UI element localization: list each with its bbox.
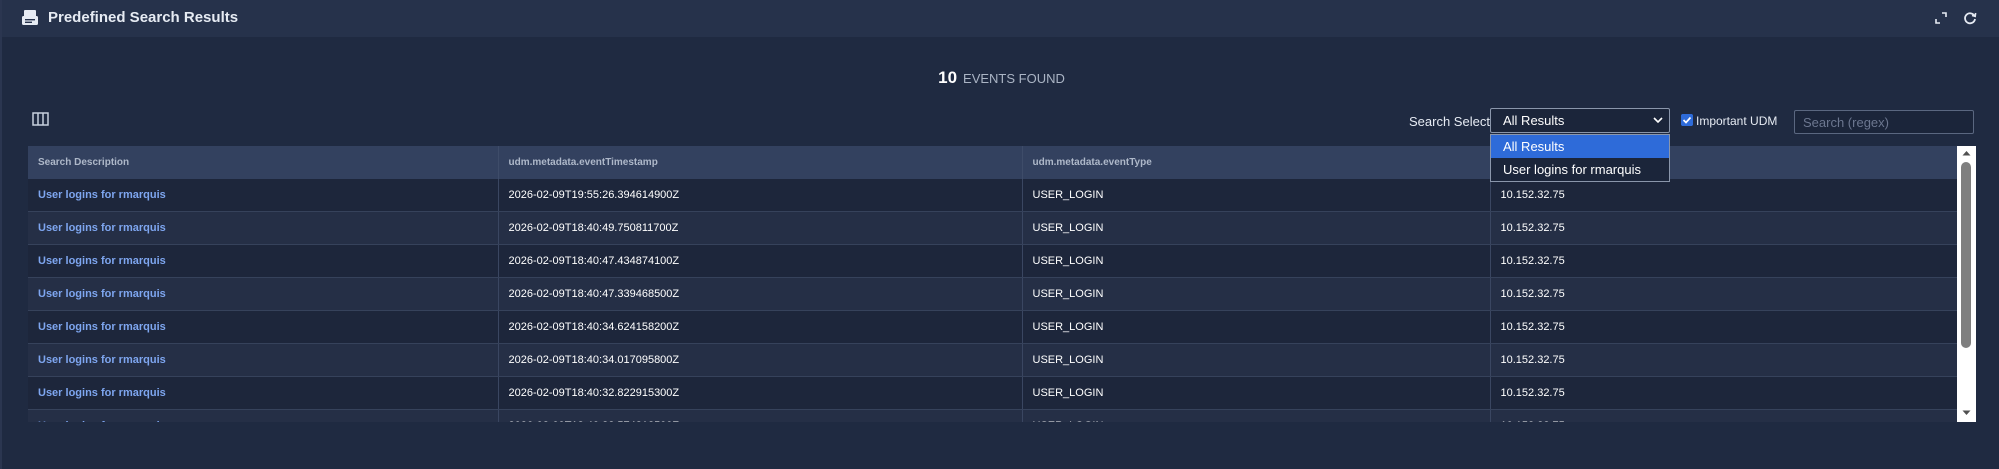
search-description-link[interactable]: User logins for rmarquis xyxy=(28,343,499,377)
chevron-down-icon xyxy=(1653,117,1663,124)
results-table: Search Description udm.metadata.eventTim… xyxy=(28,146,1958,422)
event-timestamp-cell: 2026-02-09T18:40:47.434874100Z xyxy=(498,244,1023,278)
ip-cell: 10.152.32.75 xyxy=(1490,343,1958,377)
table-row[interactable]: User logins for rmarquis 2026-02-09T18:4… xyxy=(28,310,1958,344)
events-found-summary: 10 EVENTS FOUND xyxy=(2,68,1999,88)
important-udm-checkbox[interactable] xyxy=(1681,114,1693,126)
table-row[interactable]: User logins for rmarquis 2026-02-09T18:4… xyxy=(28,277,1958,311)
column-header-search-description[interactable]: Search Description xyxy=(28,146,499,179)
report-icon xyxy=(22,10,38,25)
search-description-link[interactable]: User logins for rmarquis xyxy=(28,409,499,422)
event-timestamp-cell: 2026-02-09T18:40:34.624158200Z xyxy=(498,310,1023,344)
table-row[interactable]: User logins for rmarquis 2026-02-09T18:4… xyxy=(28,244,1958,278)
column-header-event-type[interactable]: udm.metadata.eventType xyxy=(1022,146,1491,179)
events-count: 10 xyxy=(938,68,958,87)
columns-icon[interactable] xyxy=(32,112,49,126)
table-row[interactable]: User logins for rmarquis 2026-02-09T18:4… xyxy=(28,409,1958,422)
event-timestamp-cell: 2026-02-09T19:55:26.394614900Z xyxy=(498,179,1023,212)
ip-cell: 10.152.32.75 xyxy=(1490,277,1958,311)
ip-cell: 10.152.32.75 xyxy=(1490,409,1958,422)
scrollbar-thumb[interactable] xyxy=(1961,162,1971,348)
results-table-container: Search Description udm.metadata.eventTim… xyxy=(28,146,1976,422)
panel-header: Predefined Search Results xyxy=(2,0,1999,37)
search-select-dropdown[interactable]: All Results xyxy=(1490,108,1670,133)
ip-cell: 10.152.32.75 xyxy=(1490,310,1958,344)
event-timestamp-cell: 2026-02-09T18:40:49.750811700Z xyxy=(498,211,1023,245)
event-type-cell: USER_LOGIN xyxy=(1022,244,1491,278)
search-select-label: Search Select: xyxy=(1409,114,1494,129)
event-type-cell: USER_LOGIN xyxy=(1022,277,1491,311)
search-select-options: All Results User logins for rmarquis xyxy=(1490,134,1670,182)
search-description-link[interactable]: User logins for rmarquis xyxy=(28,310,499,344)
ip-cell: 10.152.32.75 xyxy=(1490,179,1958,212)
table-row[interactable]: User logins for rmarquis 2026-02-09T19:5… xyxy=(28,179,1958,212)
events-found-label: EVENTS FOUND xyxy=(963,71,1065,86)
option-user-logins[interactable]: User logins for rmarquis xyxy=(1491,158,1669,181)
search-select-value: All Results xyxy=(1503,113,1565,128)
regex-search-input[interactable] xyxy=(1794,110,1974,134)
event-timestamp-cell: 2026-02-09T18:40:32.822915300Z xyxy=(498,376,1023,410)
search-description-link[interactable]: User logins for rmarquis xyxy=(28,277,499,311)
ip-cell: 10.152.32.75 xyxy=(1490,244,1958,278)
event-type-cell: USER_LOGIN xyxy=(1022,343,1491,377)
table-scrollbar[interactable] xyxy=(1957,146,1976,422)
event-type-cell: USER_LOGIN xyxy=(1022,310,1491,344)
search-description-link[interactable]: User logins for rmarquis xyxy=(28,376,499,410)
event-timestamp-cell: 2026-02-09T18:40:47.339468500Z xyxy=(498,277,1023,311)
event-type-cell: USER_LOGIN xyxy=(1022,376,1491,410)
scroll-down-arrow-icon[interactable] xyxy=(1962,410,1971,416)
event-type-cell: USER_LOGIN xyxy=(1022,179,1491,212)
event-timestamp-cell: 2026-02-09T18:40:32.574812500Z xyxy=(498,409,1023,422)
scroll-up-arrow-icon[interactable] xyxy=(1962,150,1971,156)
event-type-cell: USER_LOGIN xyxy=(1022,211,1491,245)
event-timestamp-cell: 2026-02-09T18:40:34.017095800Z xyxy=(498,343,1023,377)
ip-cell: 10.152.32.75 xyxy=(1490,376,1958,410)
table-row[interactable]: User logins for rmarquis 2026-02-09T18:4… xyxy=(28,343,1958,377)
table-row[interactable]: User logins for rmarquis 2026-02-09T18:4… xyxy=(28,376,1958,410)
expand-icon[interactable] xyxy=(1933,10,1949,26)
search-description-link[interactable]: User logins for rmarquis xyxy=(28,244,499,278)
panel-title: Predefined Search Results xyxy=(48,9,239,26)
important-udm-label: Important UDM xyxy=(1696,114,1778,128)
table-row[interactable]: User logins for rmarquis 2026-02-09T18:4… xyxy=(28,211,1958,245)
search-results-panel: Predefined Search Results 10 EVENTS FOUND… xyxy=(0,0,1999,469)
column-header-event-timestamp[interactable]: udm.metadata.eventTimestamp xyxy=(498,146,1023,179)
search-description-link[interactable]: User logins for rmarquis xyxy=(28,211,499,245)
option-all-results[interactable]: All Results xyxy=(1491,135,1669,158)
event-type-cell: USER_LOGIN xyxy=(1022,409,1491,422)
search-description-link[interactable]: User logins for rmarquis xyxy=(28,179,499,212)
refresh-icon[interactable] xyxy=(1962,10,1978,26)
ip-cell: 10.152.32.75 xyxy=(1490,211,1958,245)
